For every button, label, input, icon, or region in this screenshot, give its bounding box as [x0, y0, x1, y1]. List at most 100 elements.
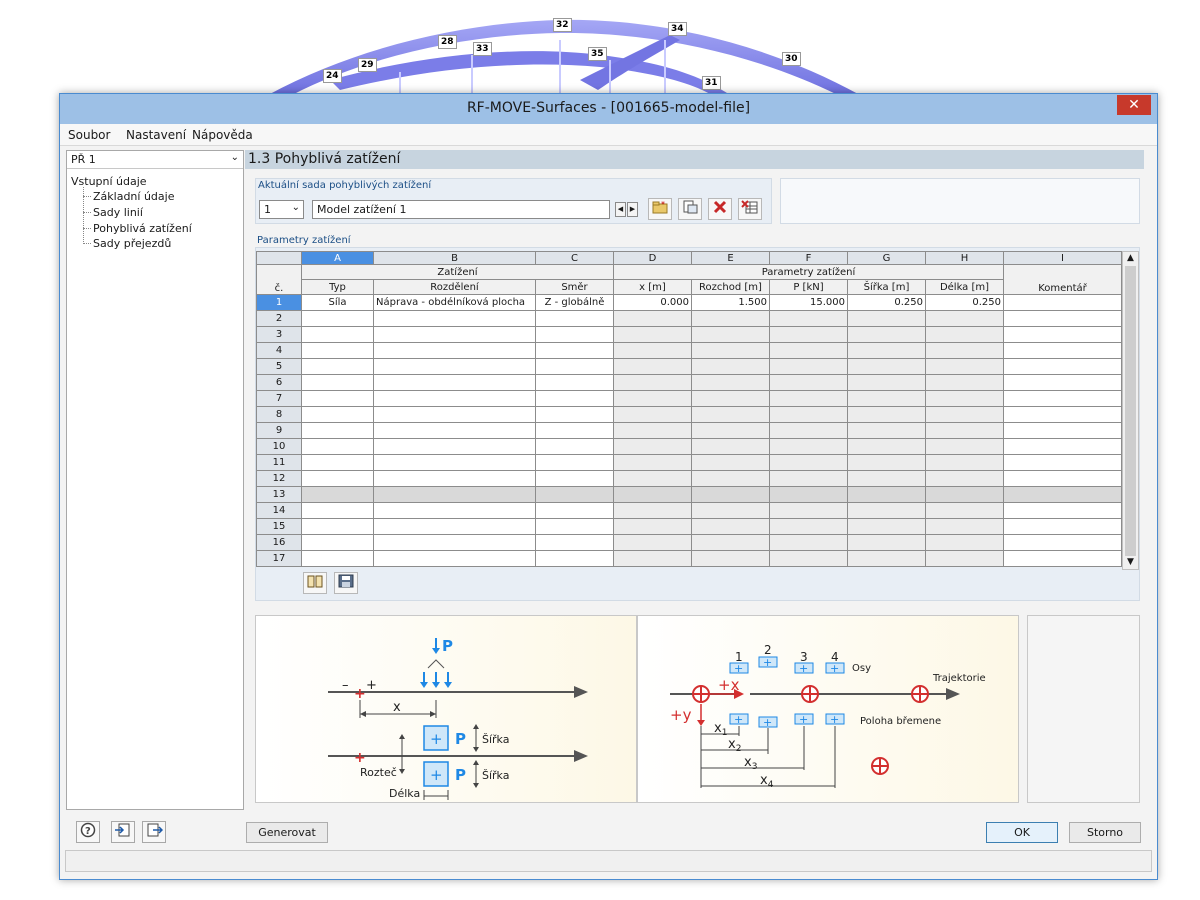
row-number[interactable]: 1 — [256, 294, 302, 311]
cell-direction[interactable] — [535, 326, 614, 343]
cell-type[interactable] — [301, 534, 374, 551]
cell-x[interactable] — [613, 406, 692, 423]
cell-type[interactable] — [301, 422, 374, 439]
cell-direction[interactable] — [535, 534, 614, 551]
cell-length[interactable] — [925, 390, 1004, 407]
cell-direction[interactable] — [535, 406, 614, 423]
cell-width[interactable] — [847, 310, 926, 327]
cell-length[interactable] — [925, 454, 1004, 471]
cell-length[interactable] — [925, 342, 1004, 359]
cell-width[interactable]: 0.250 — [847, 294, 926, 311]
cell-distribution[interactable] — [373, 550, 536, 567]
column-letter-e[interactable]: E — [691, 251, 770, 265]
cell-distribution[interactable] — [373, 406, 536, 423]
cell-direction[interactable] — [535, 358, 614, 375]
column-letter-a[interactable]: A — [301, 251, 374, 265]
column-letter-f[interactable]: F — [769, 251, 848, 265]
cell-length[interactable] — [925, 518, 1004, 535]
cell-distribution[interactable]: Náprava - obdélníková plocha — [373, 294, 536, 311]
row-number[interactable]: 3 — [256, 326, 302, 343]
cell-type[interactable] — [301, 358, 374, 375]
cell-x[interactable] — [613, 326, 692, 343]
cell-comment[interactable] — [1003, 406, 1122, 423]
cell-p[interactable] — [769, 422, 848, 439]
cell-direction[interactable] — [535, 486, 614, 503]
cell-distribution[interactable] — [373, 438, 536, 455]
cell-distribution[interactable] — [373, 534, 536, 551]
cell-type[interactable] — [301, 374, 374, 391]
cell-distribution[interactable] — [373, 374, 536, 391]
table-row[interactable]: 3 — [256, 326, 1122, 343]
export-button[interactable] — [142, 821, 166, 843]
row-number[interactable]: 5 — [256, 358, 302, 375]
row-number[interactable]: 10 — [256, 438, 302, 455]
cell-x[interactable] — [613, 358, 692, 375]
cell-distribution[interactable] — [373, 342, 536, 359]
copy-set-button[interactable] — [678, 198, 702, 220]
cell-spacing[interactable] — [691, 518, 770, 535]
cell-length[interactable] — [925, 550, 1004, 567]
cell-x[interactable] — [613, 550, 692, 567]
cell-spacing[interactable] — [691, 406, 770, 423]
cell-spacing[interactable] — [691, 534, 770, 551]
cell-distribution[interactable] — [373, 390, 536, 407]
table-row[interactable]: 2 — [256, 310, 1122, 327]
cell-x[interactable] — [613, 342, 692, 359]
import-button[interactable] — [111, 821, 135, 843]
cell-width[interactable] — [847, 326, 926, 343]
cell-type[interactable] — [301, 502, 374, 519]
menu-nastaveni[interactable]: Nastavení — [126, 128, 186, 142]
cell-comment[interactable] — [1003, 470, 1122, 487]
row-number[interactable]: 9 — [256, 422, 302, 439]
cell-comment[interactable] — [1003, 390, 1122, 407]
cell-x[interactable] — [613, 518, 692, 535]
cell-spacing[interactable] — [691, 422, 770, 439]
cell-length[interactable] — [925, 534, 1004, 551]
cell-p[interactable] — [769, 486, 848, 503]
table-row[interactable]: 7 — [256, 390, 1122, 407]
cell-width[interactable] — [847, 534, 926, 551]
cell-type[interactable] — [301, 470, 374, 487]
cell-comment[interactable] — [1003, 326, 1122, 343]
ok-button[interactable]: OK — [986, 822, 1058, 843]
table-scrollbar[interactable]: ▲ ▼ — [1122, 251, 1139, 570]
cell-p[interactable] — [769, 374, 848, 391]
column-letter-i[interactable]: I — [1003, 251, 1122, 265]
cell-direction[interactable] — [535, 550, 614, 567]
menu-soubor[interactable]: Soubor — [68, 128, 110, 142]
library-button[interactable] — [303, 572, 327, 594]
delete-set-button[interactable] — [708, 198, 732, 220]
previous-set-button[interactable]: ◀ — [615, 202, 626, 217]
cell-spacing[interactable] — [691, 358, 770, 375]
cell-x[interactable] — [613, 534, 692, 551]
cell-comment[interactable] — [1003, 358, 1122, 375]
next-set-button[interactable]: ▶ — [627, 202, 638, 217]
cell-spacing[interactable] — [691, 454, 770, 471]
cell-x[interactable] — [613, 422, 692, 439]
cell-p[interactable] — [769, 470, 848, 487]
cell-spacing[interactable] — [691, 550, 770, 567]
cell-p[interactable] — [769, 406, 848, 423]
cell-p[interactable] — [769, 342, 848, 359]
delete-all-sets-button[interactable] — [738, 198, 762, 220]
cell-x[interactable] — [613, 310, 692, 327]
cell-distribution[interactable] — [373, 358, 536, 375]
cell-type[interactable] — [301, 438, 374, 455]
cell-width[interactable] — [847, 342, 926, 359]
table-row[interactable]: 16 — [256, 534, 1122, 551]
cell-comment[interactable] — [1003, 310, 1122, 327]
cell-distribution[interactable] — [373, 310, 536, 327]
column-letter-c[interactable]: C — [535, 251, 614, 265]
help-button[interactable]: ? — [76, 821, 100, 843]
cell-p[interactable] — [769, 518, 848, 535]
cell-direction[interactable] — [535, 438, 614, 455]
row-number[interactable]: 13 — [256, 486, 302, 503]
cell-p[interactable] — [769, 310, 848, 327]
load-case-select[interactable]: PŘ 1 ⌄ — [67, 151, 243, 169]
cell-x[interactable] — [613, 502, 692, 519]
cell-type[interactable] — [301, 550, 374, 567]
cancel-button[interactable]: Storno — [1069, 822, 1141, 843]
tree-item-basic-data[interactable]: Základní údaje — [93, 190, 174, 203]
table-row[interactable]: 4 — [256, 342, 1122, 359]
close-button[interactable]: ✕ — [1117, 95, 1151, 115]
